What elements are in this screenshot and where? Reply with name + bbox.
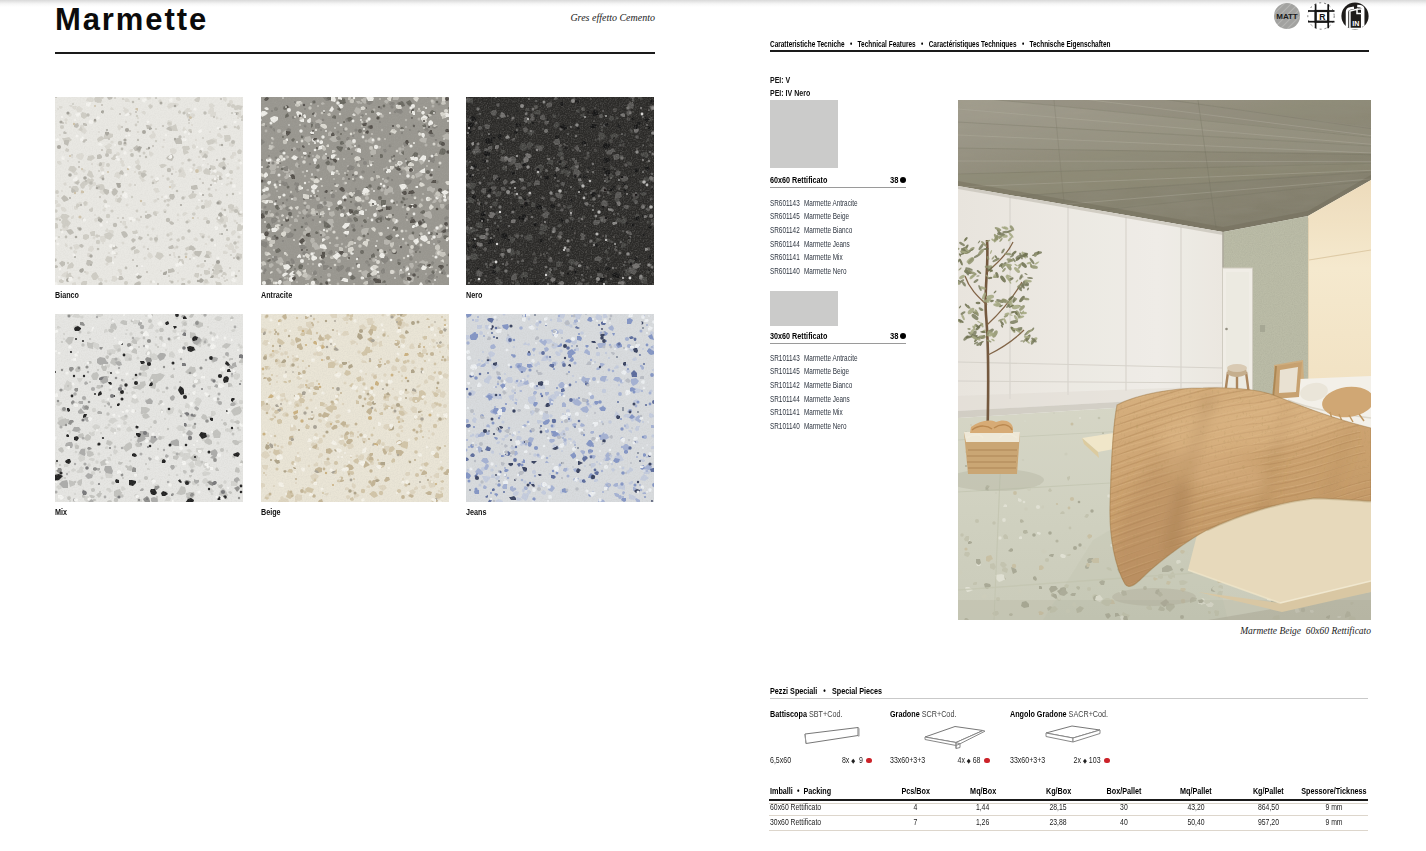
svg-text:R: R [1319, 12, 1326, 22]
svg-text:MATT: MATT [1276, 12, 1298, 21]
svg-text:IN: IN [1352, 19, 1359, 28]
